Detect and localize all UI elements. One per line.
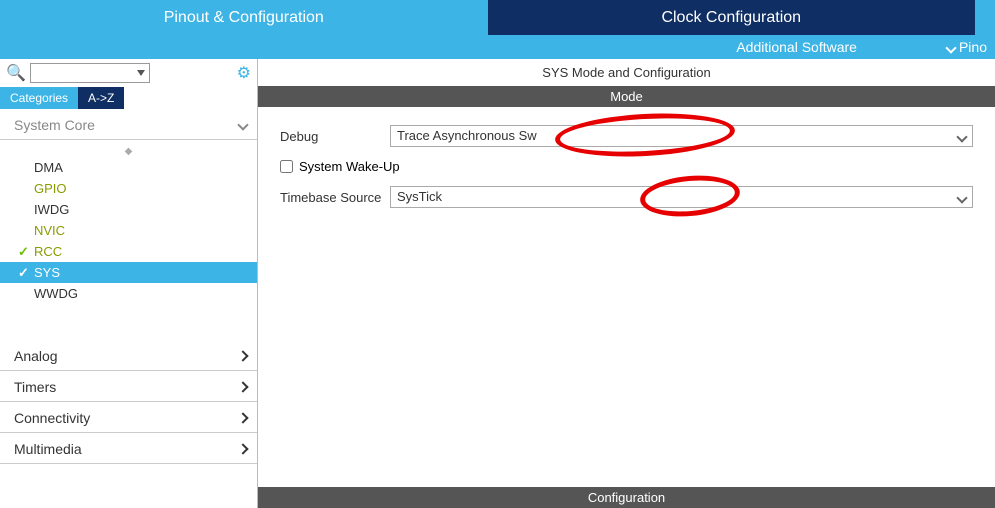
section-system-core[interactable]: System Core: [0, 109, 257, 140]
tab-label: Clock Configuration: [661, 9, 801, 27]
tree-item-gpio[interactable]: GPIO: [0, 178, 257, 199]
section-label: Multimedia: [14, 441, 82, 457]
section-label: System Core: [14, 117, 95, 133]
system-core-list: ◆ DMA GPIO IWDG NVIC RCC SYS WWDG: [0, 140, 257, 320]
chevron-right-icon: [237, 350, 248, 361]
chevron-down-icon: [237, 119, 248, 130]
section-timers[interactable]: Timers: [0, 371, 257, 402]
chevron-down-icon: [945, 42, 956, 53]
debug-label: Debug: [280, 129, 390, 144]
timebase-label: Timebase Source: [280, 190, 390, 205]
configuration-header: Configuration: [258, 487, 995, 508]
tab-clock-configuration[interactable]: Clock Configuration: [488, 0, 976, 35]
search-icon: 🔍: [6, 63, 26, 83]
section-multimedia[interactable]: Multimedia: [0, 433, 257, 464]
debug-select[interactable]: Trace Asynchronous Sw: [390, 125, 973, 147]
gear-icon[interactable]: ⚙: [237, 63, 251, 83]
tree-item-sys[interactable]: SYS: [0, 262, 257, 283]
chevron-right-icon: [237, 412, 248, 423]
tree-item-nvic[interactable]: NVIC: [0, 220, 257, 241]
left-panel: 🔍 ⚙ Categories A->Z System Core ◆ DMA GP…: [0, 59, 258, 508]
tab-label: Pinout & Configuration: [164, 9, 324, 27]
tree-item-rcc[interactable]: RCC: [0, 241, 257, 262]
section-analog[interactable]: Analog: [0, 340, 257, 371]
view-tab-a-to-z[interactable]: A->Z: [78, 87, 124, 109]
system-wakeup-label: System Wake-Up: [299, 159, 400, 174]
system-wakeup-checkbox[interactable]: [280, 160, 293, 173]
timebase-value: SysTick: [397, 189, 442, 204]
view-tab-categories[interactable]: Categories: [0, 87, 78, 109]
debug-value: Trace Asynchronous Sw: [397, 128, 537, 143]
sub-toolbar: Additional Software Pino: [0, 35, 995, 59]
additional-software-link[interactable]: Additional Software: [736, 39, 857, 55]
section-connectivity[interactable]: Connectivity: [0, 402, 257, 433]
right-panel: SYS Mode and Configuration Mode Debug Tr…: [258, 59, 995, 508]
search-input[interactable]: [30, 63, 150, 83]
panel-title: SYS Mode and Configuration: [258, 59, 995, 86]
section-label: Connectivity: [14, 410, 90, 426]
tab-pinout-configuration[interactable]: Pinout & Configuration: [0, 0, 488, 35]
chevron-right-icon: [237, 443, 248, 454]
mode-header: Mode: [258, 86, 995, 107]
tree-item-iwdg[interactable]: IWDG: [0, 199, 257, 220]
pinout-view-toggle[interactable]: Pino: [947, 39, 987, 55]
tab-overflow[interactable]: [975, 0, 995, 35]
chevron-right-icon: [237, 381, 248, 392]
sort-icon[interactable]: ◆: [0, 146, 257, 157]
tree-item-wwdg[interactable]: WWDG: [0, 283, 257, 304]
tree-item-dma[interactable]: DMA: [0, 157, 257, 178]
section-label: Analog: [14, 348, 58, 364]
timebase-select[interactable]: SysTick: [390, 186, 973, 208]
section-label: Timers: [14, 379, 56, 395]
